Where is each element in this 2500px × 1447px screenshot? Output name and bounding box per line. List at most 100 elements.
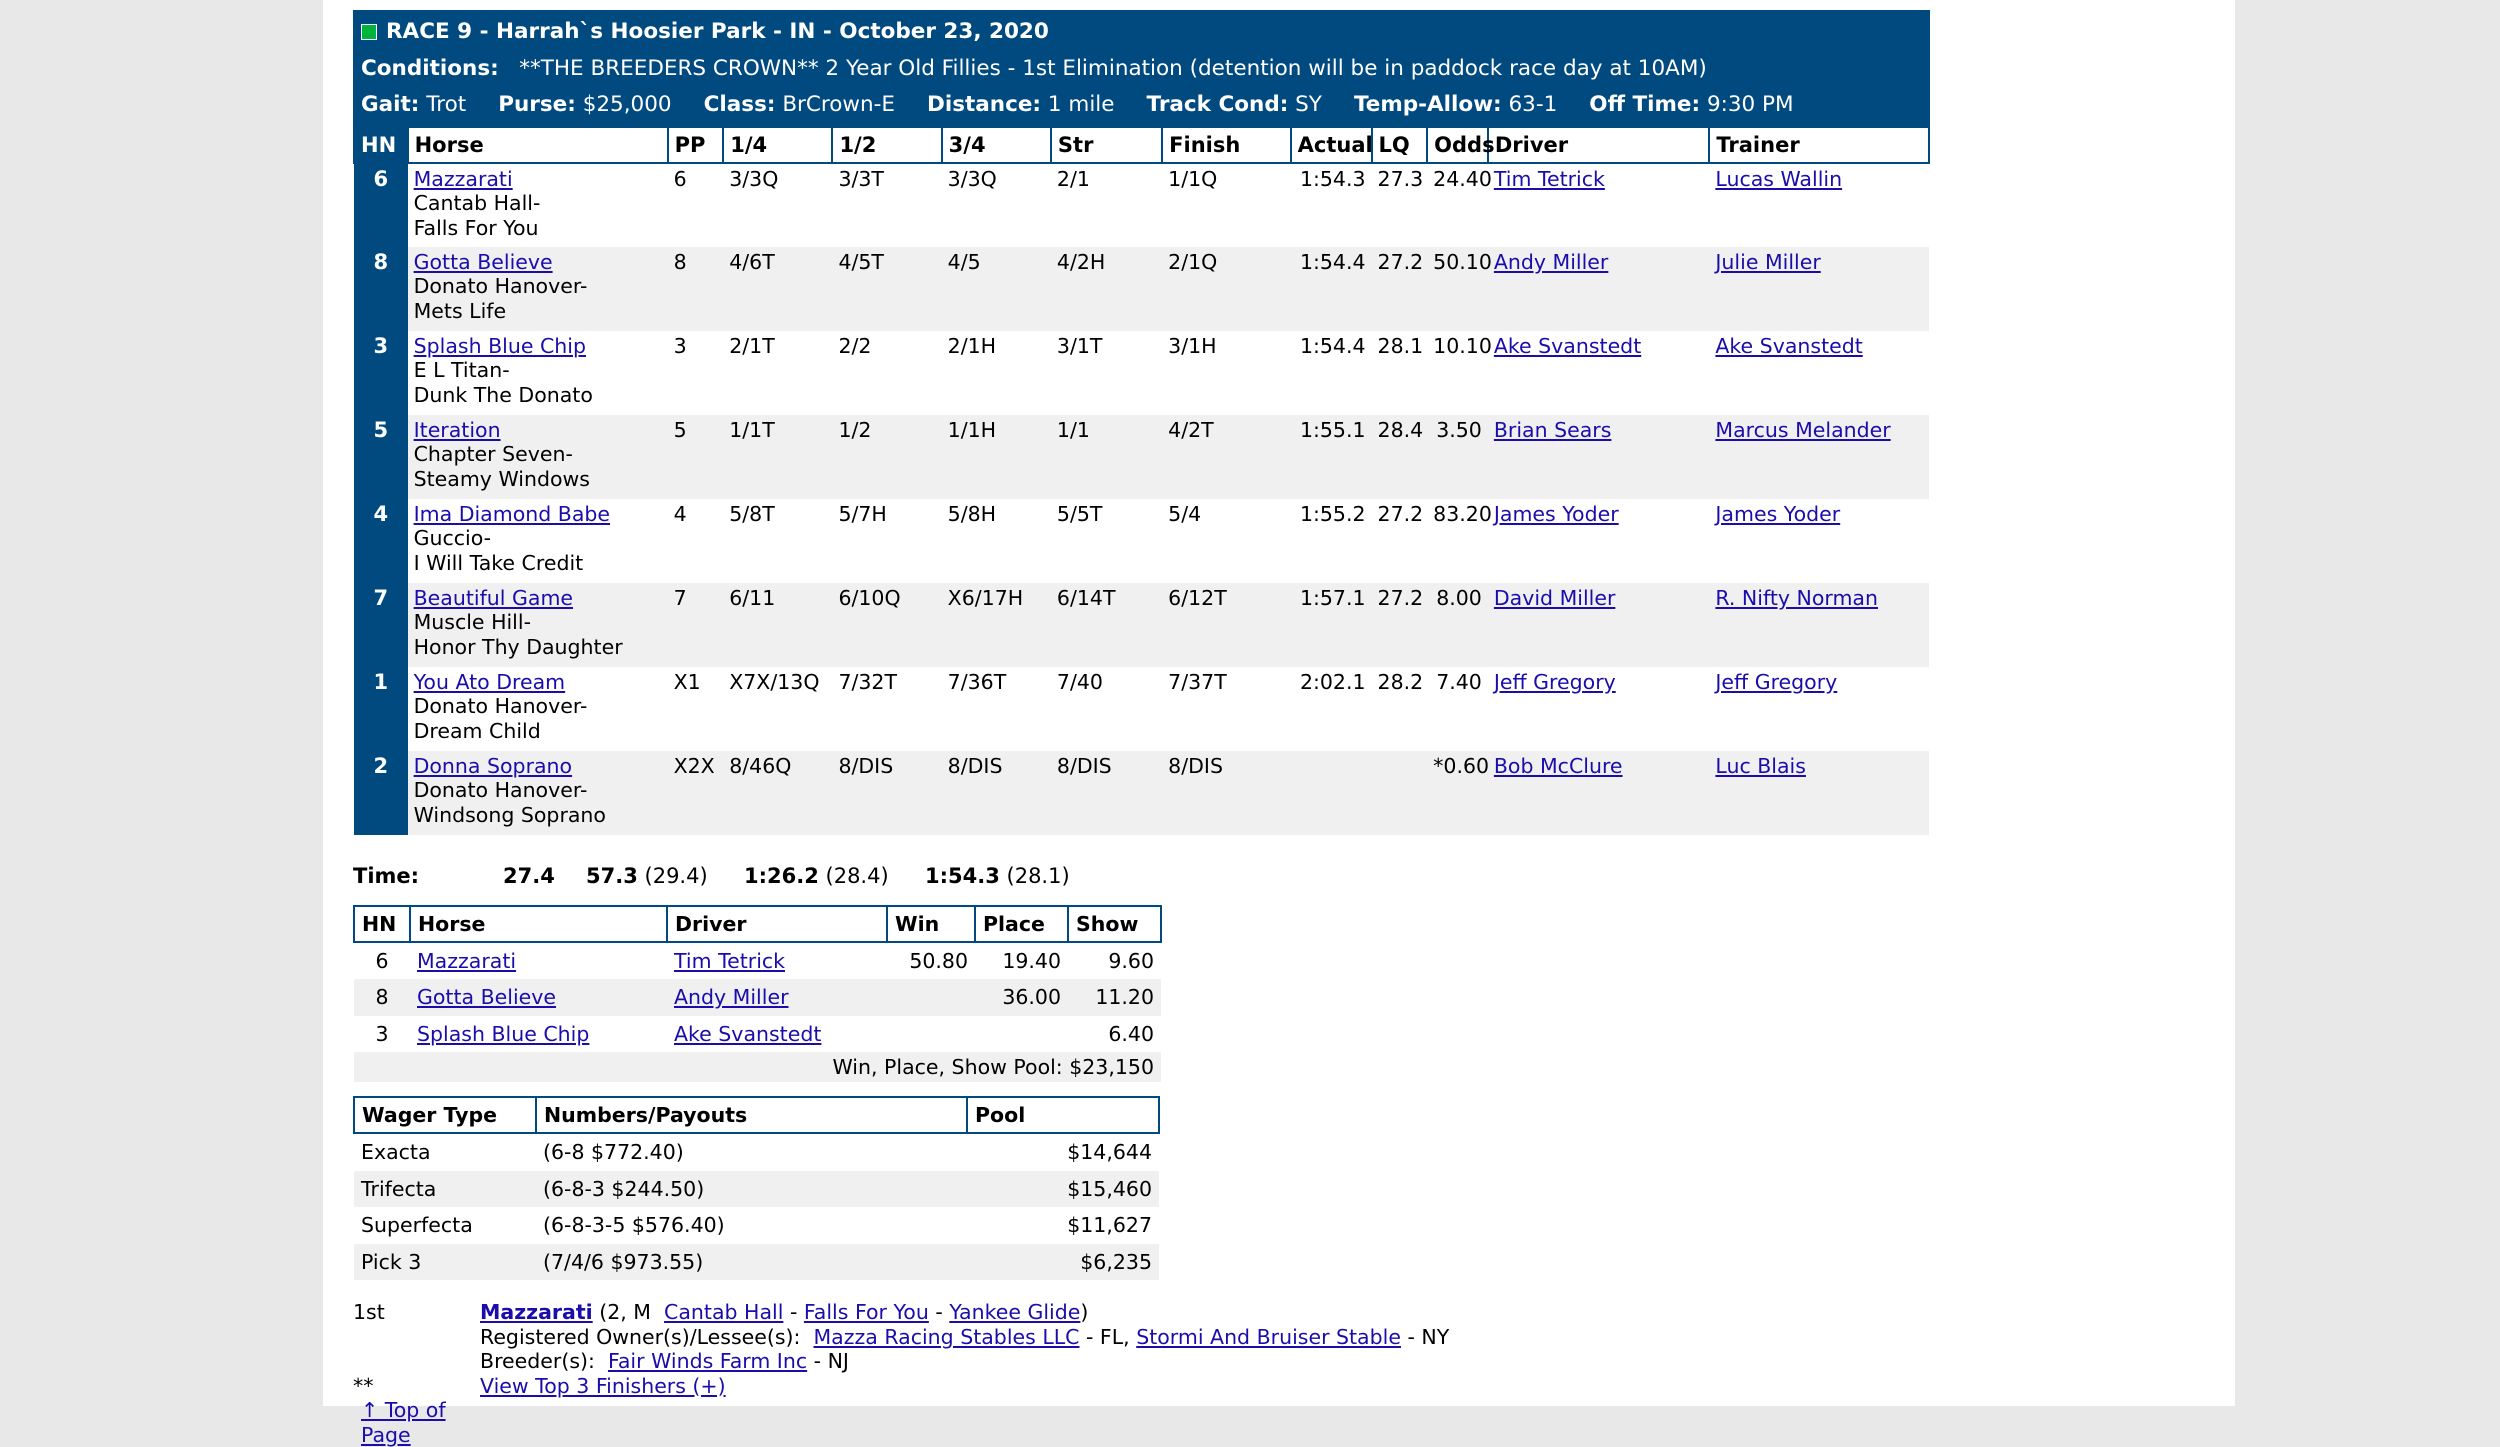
driver-link[interactable]: Brian Sears bbox=[1494, 418, 1612, 442]
race-info-row: Gait: Trot Purse: $25,000 Class: BrCrown-E… bbox=[361, 92, 1794, 117]
result-hn: 6 bbox=[354, 162, 408, 247]
result-odds: 3.50 bbox=[1427, 414, 1488, 499]
race-status-icon bbox=[361, 24, 377, 41]
winner-sire-link[interactable]: Cantab Hall bbox=[664, 1300, 783, 1324]
result-str: 4/2H bbox=[1050, 246, 1163, 331]
wps-col-driver: Driver bbox=[666, 904, 888, 943]
wager-row: Superfecta (6-8-3-5 $576.40) $11,627 bbox=[354, 1207, 1159, 1244]
result-actual: 1:57.1 bbox=[1290, 582, 1372, 667]
result-q1: 3/3Q bbox=[729, 166, 779, 191]
result-lq: 28.4 bbox=[1371, 414, 1428, 499]
wager-pool: $11,627 bbox=[1067, 1213, 1152, 1237]
horse-sire: Cantab Hall- bbox=[413, 191, 541, 215]
winner-horse-link[interactable]: Mazzarati bbox=[480, 1300, 593, 1324]
race-title: RACE 9 - Harrah`s Hoosier Park - IN - Oc… bbox=[386, 19, 1049, 44]
col-hn: HN bbox=[353, 127, 409, 164]
col-lq: LQ bbox=[1370, 127, 1429, 164]
result-pp: 6 bbox=[673, 166, 687, 191]
driver-link[interactable]: David Miller bbox=[1494, 586, 1616, 610]
driver-link[interactable]: Andy Miller bbox=[1494, 250, 1609, 274]
result-str: 7/40 bbox=[1056, 669, 1103, 694]
winner-damsire-link[interactable]: Yankee Glide bbox=[949, 1300, 1080, 1324]
driver-link[interactable]: Ake Svanstedt bbox=[1494, 334, 1641, 358]
result-horse-cell: Donna Soprano Donato Hanover- Windsong Sop… bbox=[407, 750, 668, 835]
horse-link[interactable]: Splash Blue Chip bbox=[414, 334, 586, 358]
driver-link[interactable]: Jeff Gregory bbox=[1494, 670, 1616, 694]
horse-link[interactable]: Gotta Believe bbox=[414, 250, 553, 274]
horse-dam: Falls For You bbox=[413, 215, 539, 240]
horse-dam: Mets Life bbox=[413, 298, 507, 323]
page-background: RACE 9 - Harrah`s Hoosier Park - IN - Oc… bbox=[323, 0, 2235, 1447]
result-row: 8 Gotta Believe Donato Hanover- Mets Life … bbox=[354, 246, 1929, 331]
trainer-link[interactable]: Ake Svanstedt bbox=[1715, 334, 1862, 358]
wager-row: Exacta (6-8 $772.40) $14,644 bbox=[354, 1133, 1159, 1171]
winner-info: 1st Mazzarati (2, M Cantab Hall - Falls … bbox=[353, 1300, 1930, 1447]
result-q3: 1/1H bbox=[941, 414, 1051, 499]
driver-link[interactable]: Ake Svanstedt bbox=[674, 1022, 821, 1046]
result-q2: 1/2 bbox=[832, 414, 942, 499]
result-str: 3/1T bbox=[1056, 333, 1103, 358]
horse-dam: I Will Take Credit bbox=[413, 550, 584, 575]
owner-link-2[interactable]: Stormi And Bruiser Stable bbox=[1136, 1325, 1401, 1349]
result-horse-cell: Beautiful Game Muscle Hill- Honor Thy Daug… bbox=[407, 582, 668, 667]
horse-link[interactable]: Iteration bbox=[414, 418, 501, 442]
result-horse-cell: Splash Blue Chip E L Titan- Dunk The Donat… bbox=[408, 331, 668, 415]
result-q2: 8/DIS bbox=[832, 750, 942, 835]
horse-link[interactable]: You Ato Dream bbox=[414, 670, 566, 694]
trainer-link[interactable]: James Yoder bbox=[1715, 502, 1840, 526]
result-hn: 8 bbox=[354, 246, 408, 331]
horse-link[interactable]: Donna Soprano bbox=[414, 754, 573, 778]
horse-sire: Muscle Hill- bbox=[413, 610, 531, 634]
col-pp: PP bbox=[666, 127, 725, 164]
horse-link[interactable]: Splash Blue Chip bbox=[417, 1022, 589, 1046]
view-top3-link[interactable]: View Top 3 Finishers (+) bbox=[480, 1374, 726, 1398]
result-horse-cell: Ima Diamond Babe Guccio- I Will Take Credi… bbox=[408, 499, 668, 583]
result-q3: 4/5 bbox=[941, 246, 1051, 331]
horse-link[interactable]: Mazzarati bbox=[414, 167, 513, 191]
trainer-link[interactable]: Luc Blais bbox=[1715, 754, 1806, 778]
result-finish: 7/37T bbox=[1168, 669, 1227, 694]
winner-dam-link[interactable]: Falls For You bbox=[804, 1300, 929, 1324]
breeder-line: Breeder(s): Fair Winds Farm Inc - NJ bbox=[480, 1349, 849, 1373]
result-q2: 5/7H bbox=[838, 501, 887, 526]
wps-win bbox=[887, 1016, 975, 1053]
trainer-link[interactable]: Lucas Wallin bbox=[1715, 167, 1842, 191]
wps-col-win: Win bbox=[886, 904, 976, 943]
result-str: 8/DIS bbox=[1050, 750, 1163, 835]
result-odds: *0.60 bbox=[1427, 750, 1489, 835]
driver-link[interactable]: Tim Tetrick bbox=[674, 949, 785, 973]
horse-link[interactable]: Ima Diamond Babe bbox=[414, 502, 610, 526]
trainer-link[interactable]: Julie Miller bbox=[1715, 250, 1820, 274]
wps-place: 36.00 bbox=[975, 979, 1068, 1016]
wps-show: 9.60 bbox=[1108, 948, 1154, 973]
result-q1: 2/1T bbox=[729, 333, 775, 358]
result-row: 6 Mazzarati Cantab Hall- Falls For You 6 3… bbox=[354, 162, 1929, 247]
driver-link[interactable]: James Yoder bbox=[1494, 502, 1619, 526]
result-str: 6/14T bbox=[1050, 582, 1163, 667]
result-driver-cell: Bob McClure bbox=[1487, 750, 1710, 835]
horse-dam: Steamy Windows bbox=[413, 466, 590, 491]
result-pp: 7 bbox=[667, 582, 724, 667]
owner-link-1[interactable]: Mazza Racing Stables LLC bbox=[814, 1325, 1080, 1349]
driver-link[interactable]: Andy Miller bbox=[674, 985, 789, 1009]
result-finish: 5/4 bbox=[1168, 501, 1202, 526]
time-label: Time: bbox=[353, 863, 420, 888]
horse-link[interactable]: Mazzarati bbox=[417, 949, 516, 973]
purse-value: $25,000 bbox=[582, 92, 672, 117]
top-of-page-link[interactable]: ↑ Top of Page bbox=[361, 1398, 446, 1447]
horse-link[interactable]: Beautiful Game bbox=[414, 586, 573, 610]
result-lq: 27.3 bbox=[1377, 166, 1424, 191]
result-q1: 8/46Q bbox=[723, 750, 833, 835]
driver-link[interactable]: Bob McClure bbox=[1494, 754, 1623, 778]
wager-type: Pick 3 bbox=[354, 1243, 536, 1280]
time-quarter: 27.4 bbox=[503, 863, 555, 888]
result-q1: 1/1T bbox=[723, 414, 833, 499]
breeder-link[interactable]: Fair Winds Farm Inc bbox=[608, 1349, 807, 1373]
trainer-link[interactable]: Jeff Gregory bbox=[1715, 670, 1837, 694]
trainer-link[interactable]: Marcus Melander bbox=[1715, 418, 1890, 442]
result-q1: 4/6T bbox=[723, 246, 833, 331]
horse-sire: Guccio- bbox=[413, 526, 492, 550]
horse-link[interactable]: Gotta Believe bbox=[417, 985, 556, 1009]
trainer-link[interactable]: R. Nifty Norman bbox=[1715, 586, 1878, 610]
driver-link[interactable]: Tim Tetrick bbox=[1494, 167, 1605, 191]
